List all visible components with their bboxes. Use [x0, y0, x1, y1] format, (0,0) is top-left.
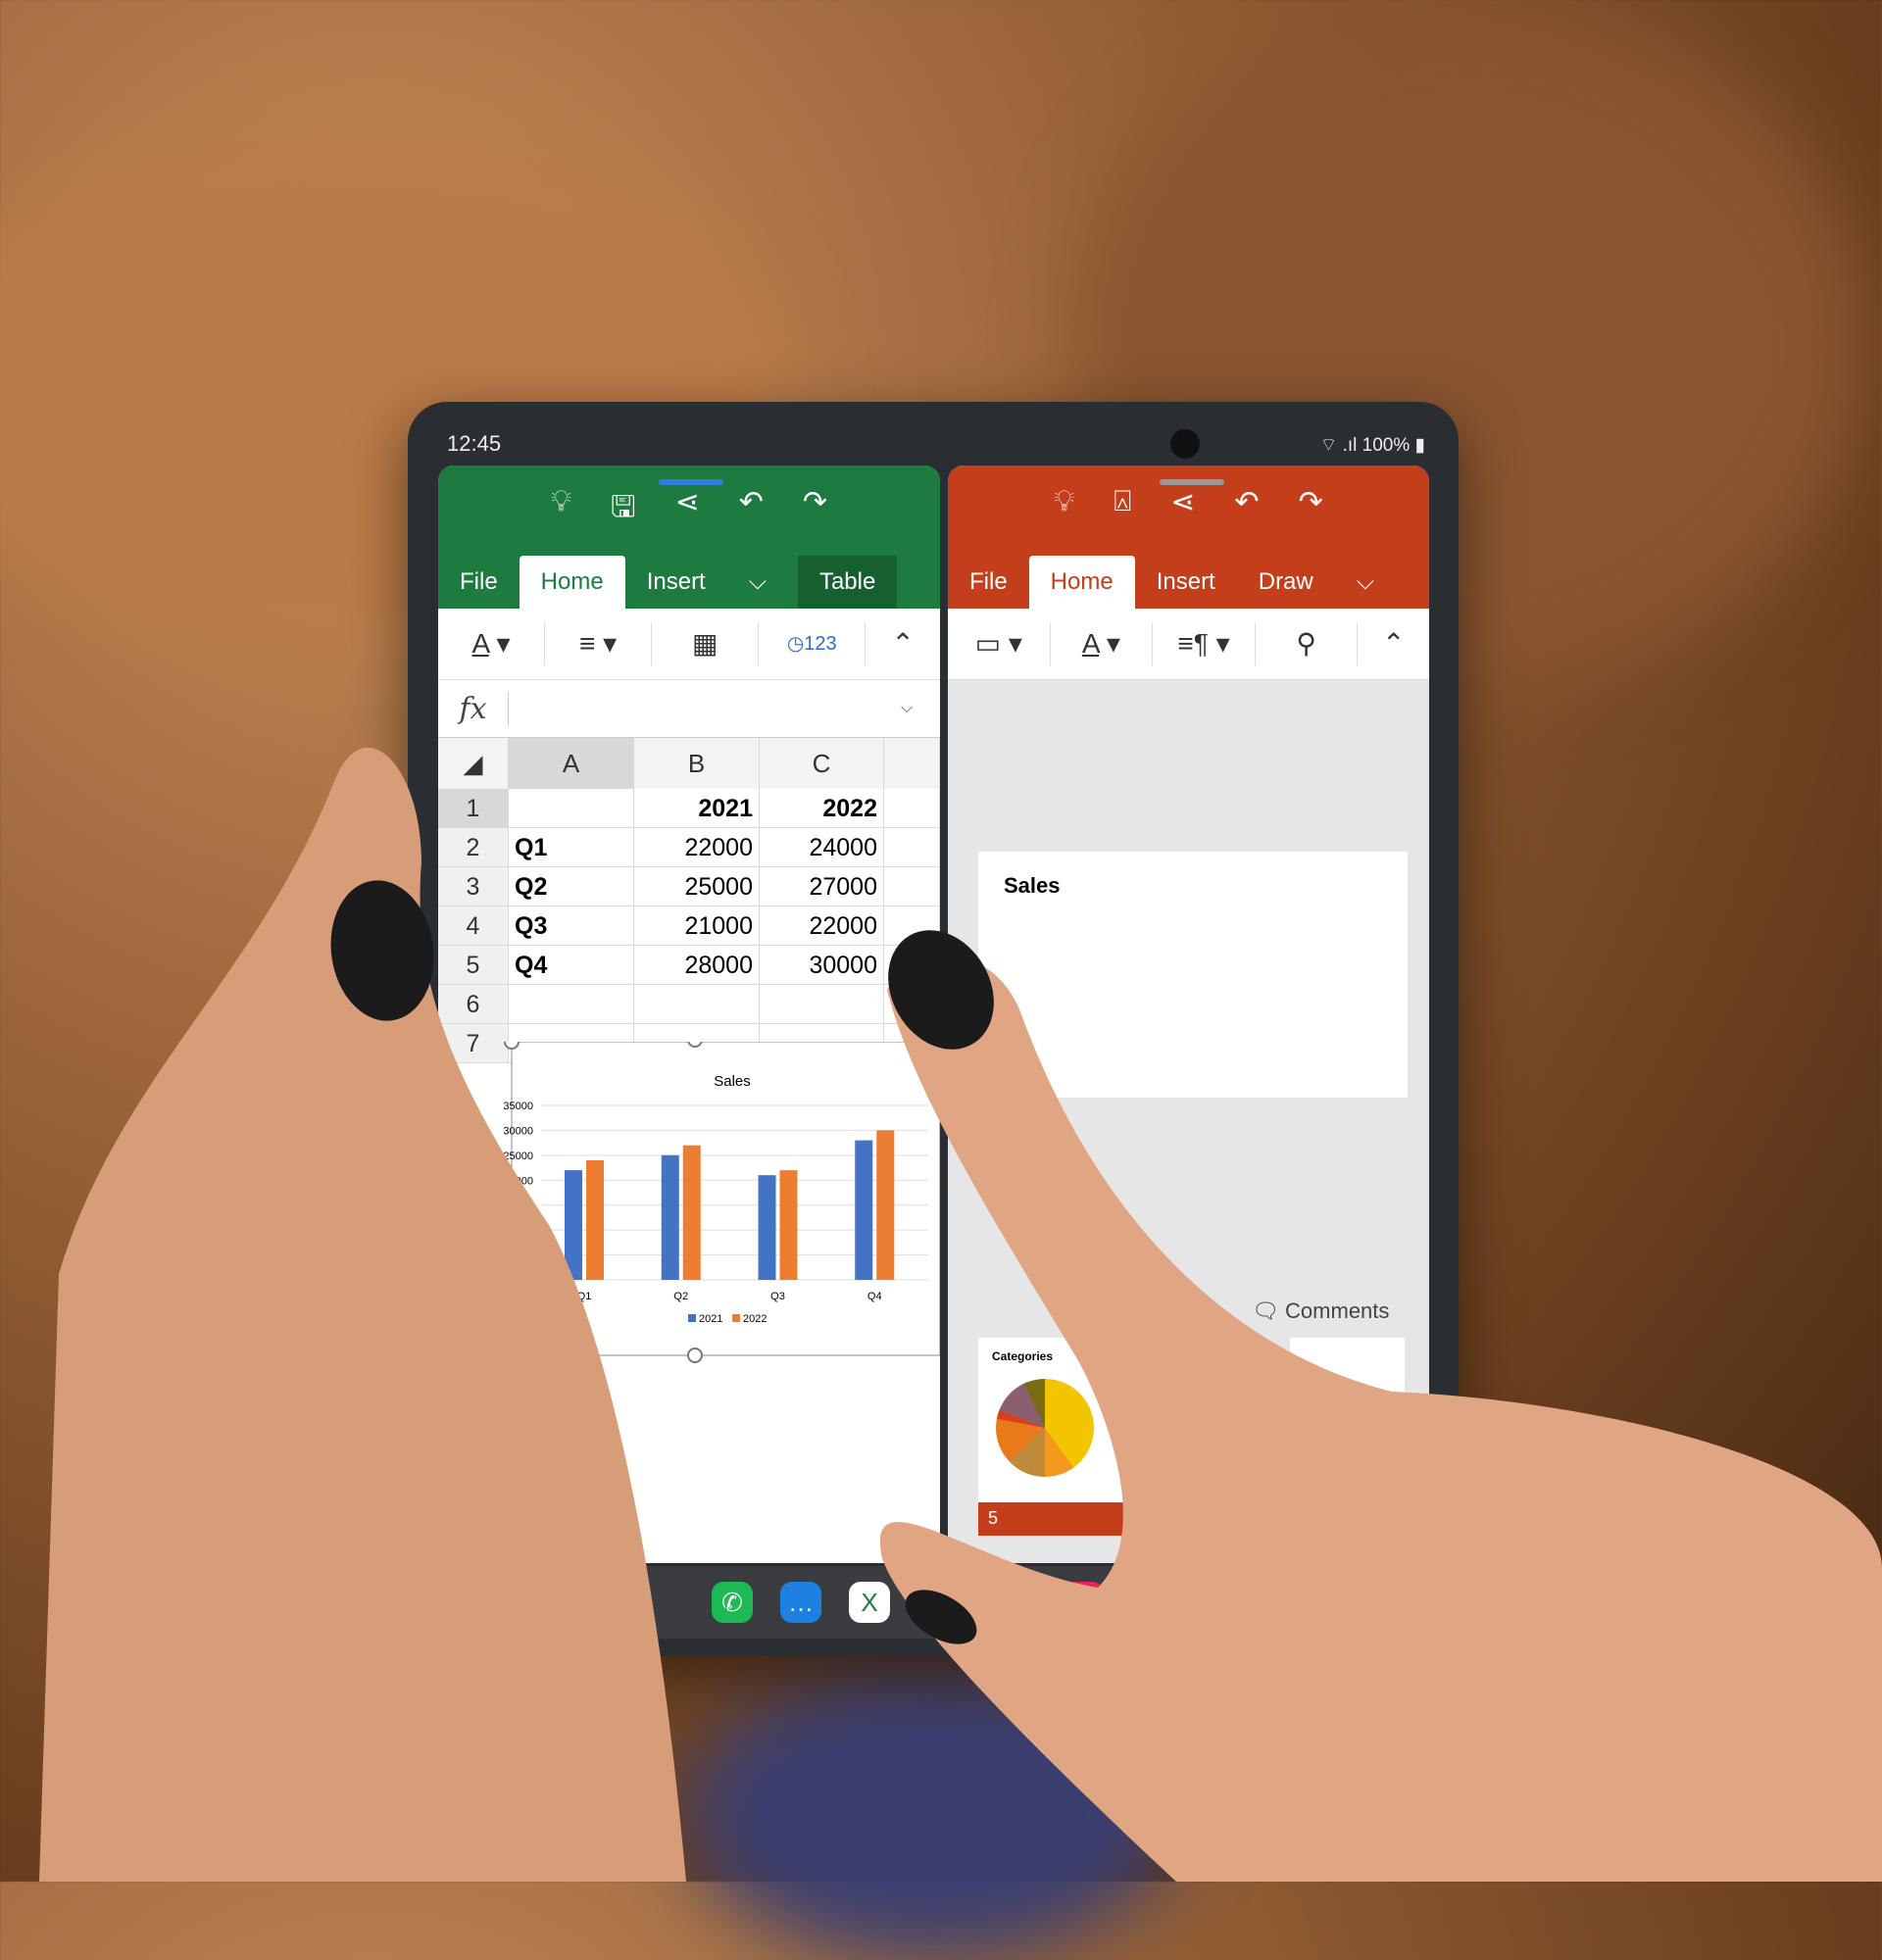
hands-overlay [39, 747, 1882, 1882]
